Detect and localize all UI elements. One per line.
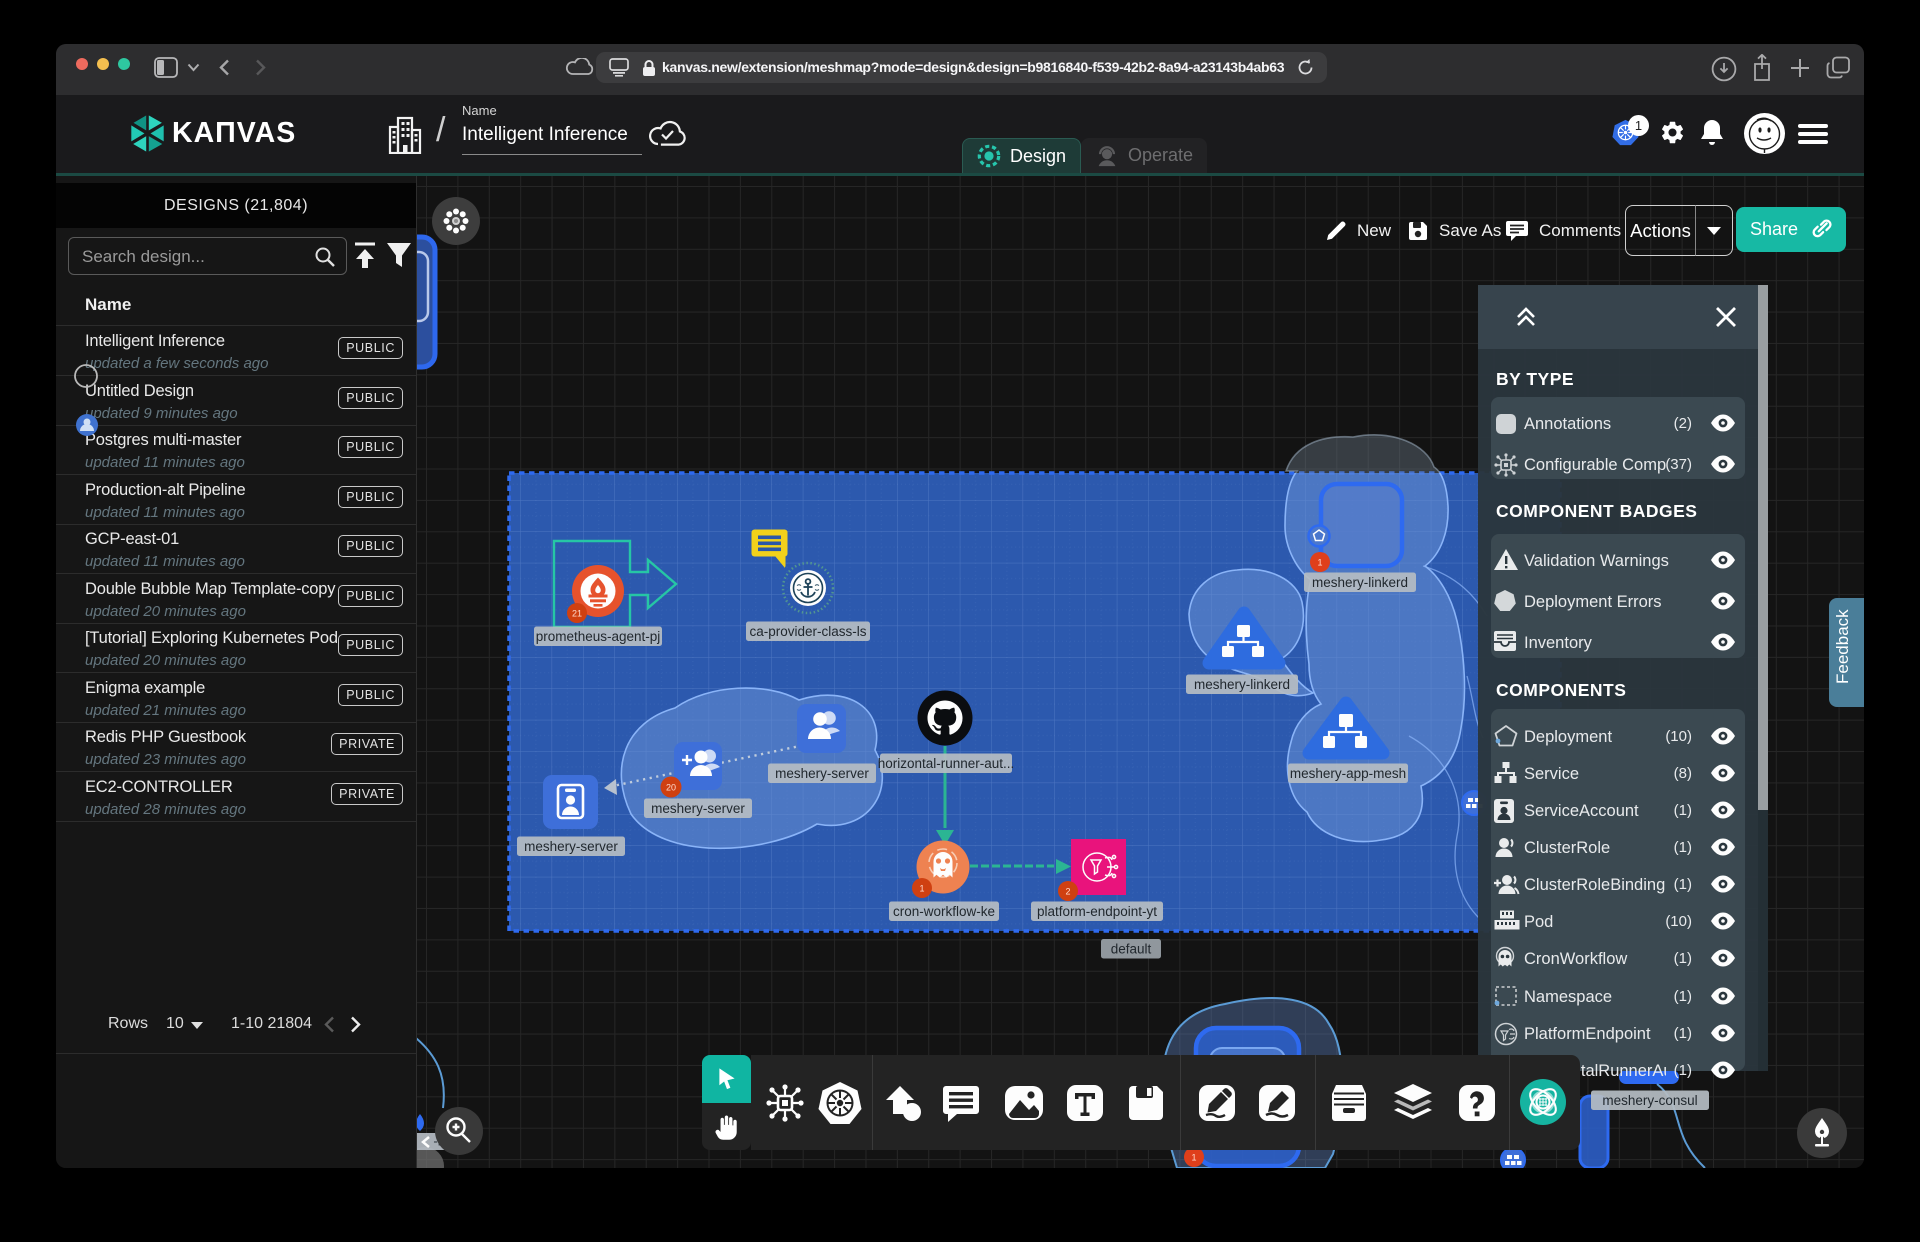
svg-text:meshery-linkerd: meshery-linkerd	[1312, 575, 1408, 590]
svg-text:1: 1	[1317, 558, 1322, 568]
svg-text:platform-endpoint-yt: platform-endpoint-yt	[1037, 904, 1157, 919]
svg-text:prometheus-agent-pj: prometheus-agent-pj	[536, 629, 661, 644]
svg-text:2: 2	[1065, 887, 1070, 897]
svg-text:meshery-app-mesh: meshery-app-mesh	[1290, 766, 1406, 781]
svg-text:meshery-linkerd: meshery-linkerd	[1194, 677, 1290, 692]
svg-text:horizontal-runner-aut...: horizontal-runner-aut...	[878, 756, 1015, 771]
svg-text:20: 20	[666, 783, 676, 793]
svg-text:meshery-server: meshery-server	[524, 839, 618, 854]
svg-text:meshery-server: meshery-server	[651, 801, 745, 816]
svg-text:21: 21	[572, 609, 582, 619]
svg-text:1: 1	[919, 884, 924, 894]
svg-text:default: default	[1111, 942, 1152, 957]
svg-text:meshery-server: meshery-server	[775, 766, 869, 781]
svg-text:ca-provider-class-ls: ca-provider-class-ls	[749, 624, 866, 639]
svg-text:cron-workflow-ke: cron-workflow-ke	[893, 904, 995, 919]
svg-text:meshery-consul: meshery-consul	[1602, 1093, 1697, 1108]
svg-text:1: 1	[1191, 1153, 1196, 1163]
